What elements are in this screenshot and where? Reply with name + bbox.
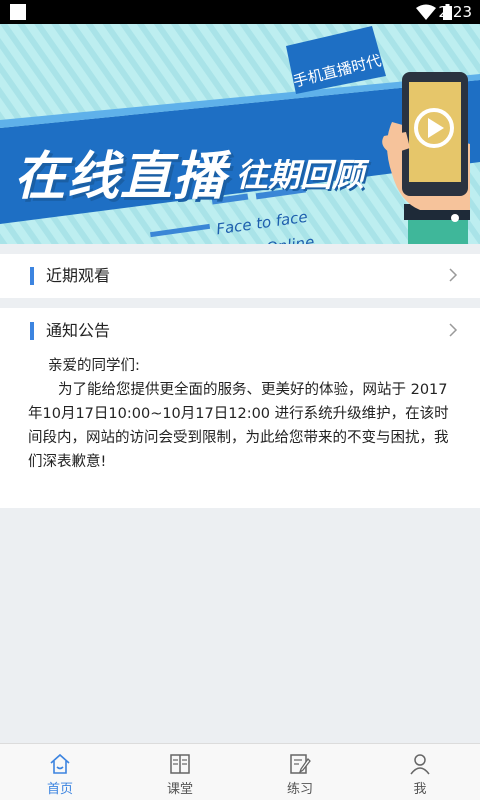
- nav-classroom[interactable]: 课堂: [120, 744, 240, 800]
- notice-title: 通知公告: [46, 321, 111, 340]
- user-icon: [410, 754, 430, 775]
- notice-body: 亲爱的同学们: 为了能给您提供更全面的服务、更美好的体验，网站于 2017年10…: [28, 354, 452, 474]
- banner-subtitle: 往期回顾: [236, 156, 365, 194]
- status-bar: 2:23: [0, 0, 480, 24]
- notice-greeting: 亲爱的同学们:: [48, 358, 140, 374]
- section-indicator: [30, 322, 34, 340]
- edit-icon: [290, 754, 311, 774]
- banner[interactable]: 手机直播时代 在线直播 往期回顾 Face to face Online: [0, 24, 480, 244]
- wifi-icon: [416, 4, 436, 20]
- recent-watch-section[interactable]: 近期观看: [0, 254, 480, 298]
- nav-me-label: 我: [413, 782, 427, 797]
- banner-title: 在线直播: [14, 147, 227, 207]
- chevron-right-icon[interactable]: [448, 267, 458, 283]
- nav-practice[interactable]: 练习: [240, 744, 360, 800]
- nav-classroom-label: 课堂: [166, 782, 193, 797]
- chevron-right-icon[interactable]: [448, 322, 458, 338]
- nav-practice-label: 练习: [286, 782, 313, 797]
- section-indicator: [30, 267, 34, 285]
- notice-text: 为了能给您提供更全面的服务、更美好的体验，网站于 2017年10月17日10:0…: [28, 382, 449, 470]
- nav-home[interactable]: 首页: [0, 744, 120, 800]
- nav-me[interactable]: 我: [360, 744, 480, 800]
- bottom-nav: 首页 课堂 练习 我: [0, 743, 480, 800]
- status-time: 2:23: [438, 3, 472, 21]
- nav-home-label: 首页: [46, 782, 73, 797]
- book-icon: [170, 754, 190, 774]
- notification-square-icon: [10, 4, 26, 20]
- home-icon: [50, 753, 70, 774]
- recent-watch-title: 近期观看: [46, 266, 111, 285]
- notice-section: 通知公告 亲爱的同学们: 为了能给您提供更全面的服务、更美好的体验，网站于 20…: [0, 308, 480, 508]
